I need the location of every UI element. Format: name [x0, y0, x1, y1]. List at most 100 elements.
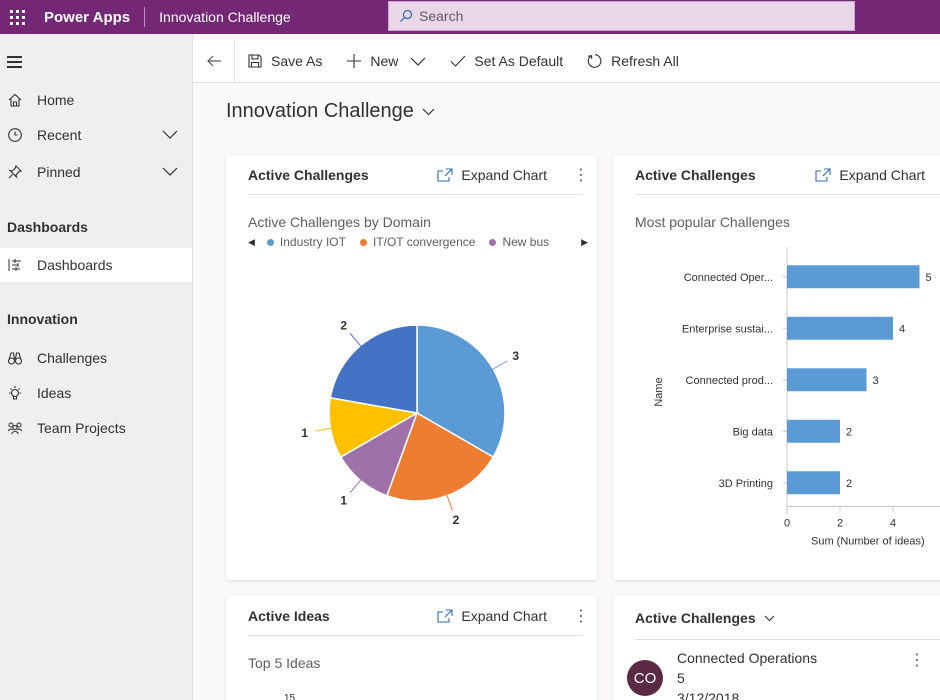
pie-data-label: 1 — [301, 426, 308, 440]
set-as-default-button[interactable]: Set As Default — [450, 53, 563, 69]
pie-slice — [329, 324, 418, 414]
save-icon — [248, 54, 262, 68]
sidebar-item-label: Dashboards — [37, 257, 113, 273]
new-button[interactable]: New — [346, 53, 426, 69]
expand-label: Expand Chart — [461, 607, 547, 624]
legend-item: IT/OT convergence — [359, 235, 475, 249]
card-header: Active Challenges Expand Chart ⋮ — [248, 155, 589, 195]
bar-data-label: 5 — [926, 272, 932, 284]
expand-chart-button[interactable]: Expand Chart — [437, 608, 547, 624]
pie-data-label: 3 — [512, 349, 519, 363]
pie-leader-line — [445, 491, 454, 511]
sidebar-item-team-projects[interactable]: Team Projects — [0, 411, 192, 445]
record-value: 5 — [677, 670, 685, 686]
avatar: CO — [627, 660, 663, 696]
pie-data-label: 1 — [340, 493, 347, 507]
save-as-label: Save As — [271, 53, 323, 69]
page-name[interactable]: Innovation Challenge — [159, 9, 291, 25]
x-tick-label: 4 — [890, 518, 896, 530]
sidebar-item-challenges[interactable]: Challenges — [0, 341, 192, 375]
checkmark-icon — [451, 55, 466, 67]
expand-chart-button[interactable]: Expand Chart — [437, 167, 547, 183]
sidebar-item-label: Ideas — [37, 385, 72, 401]
y-tick-label: Big data — [733, 426, 774, 438]
list-card-challenges: Active Challenges CO Connected Operation… — [613, 596, 940, 700]
sidebar-item-recent[interactable]: Recent — [0, 118, 192, 152]
pie-leader-line — [349, 477, 364, 493]
legend-next-icon[interactable]: ▶ — [581, 237, 588, 248]
binoculars-icon — [7, 350, 23, 366]
card-title: Active Challenges — [248, 166, 369, 183]
y-tick-label: Enterprise sustai... — [682, 323, 773, 335]
app-launcher-button[interactable] — [0, 0, 34, 34]
list-item[interactable]: CO Connected Operations 5 3/12/2018 ⋮ — [627, 648, 939, 700]
sidebar-item-dashboards[interactable]: Dashboards — [0, 248, 192, 282]
sidebar-item-label: Challenges — [37, 350, 108, 366]
refresh-icon — [587, 54, 602, 68]
pie-leader-line — [489, 360, 508, 372]
chart-title: Active Challenges by Domain — [248, 214, 431, 230]
back-arrow-icon — [206, 55, 221, 67]
pie-slice — [385, 411, 495, 502]
more-options-icon[interactable]: ⋮ — [573, 606, 589, 626]
hamburger-icon[interactable] — [7, 56, 22, 71]
sidebar-item-label: Pinned — [37, 164, 81, 180]
chart-title: Top 5 Ideas — [248, 655, 321, 671]
card-title: Active Ideas — [248, 607, 330, 624]
sidebar-item-ideas[interactable]: Ideas — [0, 376, 192, 410]
bar — [787, 419, 840, 443]
chevron-down-icon[interactable] — [162, 165, 178, 177]
y-tick-label: Connected Oper... — [684, 272, 773, 284]
y-axis-label: Name — [653, 377, 665, 406]
record-name[interactable]: Connected Operations — [677, 648, 817, 668]
team-icon — [7, 420, 23, 436]
x-axis-label: Sum (Number of ideas) — [811, 536, 925, 548]
legend-prev-icon[interactable]: ◀ — [248, 237, 255, 248]
waffle-icon — [9, 9, 25, 25]
bar — [787, 471, 840, 495]
chart-legend: ◀ Industry IOT IT/OT convergence New bus… — [248, 235, 588, 249]
chevron-down-icon — [422, 108, 435, 116]
bar-data-label: 2 — [846, 426, 852, 438]
sidebar-item-home[interactable]: Home — [0, 83, 192, 117]
back-button[interactable] — [193, 39, 235, 83]
bar — [787, 316, 893, 340]
dashboard-title: Innovation Challenge — [226, 100, 414, 122]
y-tick-label: Connected prod... — [686, 375, 773, 387]
more-options-icon[interactable]: ⋮ — [573, 165, 589, 185]
bar-data-label: 4 — [899, 323, 905, 335]
expand-icon — [437, 608, 453, 623]
x-tick-label: 2 — [837, 518, 843, 530]
sidebar-item-label: Team Projects — [37, 420, 126, 436]
section-title-innovation: Innovation — [7, 311, 78, 327]
pin-icon — [7, 164, 23, 180]
command-bar: Save As New Set As Default Refresh All — [193, 39, 940, 83]
y-tick-label: 3D Printing — [719, 478, 773, 490]
chevron-down-icon[interactable] — [162, 128, 178, 140]
bar-data-label: 2 — [846, 478, 852, 490]
chevron-down-icon[interactable] — [764, 614, 775, 622]
plus-icon — [347, 54, 362, 68]
clock-icon — [7, 127, 23, 143]
divider — [144, 7, 146, 27]
refresh-all-label: Refresh All — [611, 53, 679, 69]
chart-card-domain: Active Challenges Expand Chart ⋮ Active … — [226, 155, 597, 580]
search-input[interactable]: Search — [388, 1, 855, 31]
search-icon — [400, 9, 413, 22]
pie-slice — [339, 411, 419, 497]
dashboard-selector[interactable]: Innovation Challenge — [226, 100, 435, 123]
sidebar-item-label: Home — [37, 92, 75, 108]
bar-chart: Connected Oper... 5 Enterprise sustai... 4 C… — [653, 247, 940, 548]
card-title[interactable]: Active Challenges — [635, 610, 756, 626]
sidebar: Home Recent Pinned Dashboards Dashboards… — [0, 34, 193, 700]
card-header: Active Challenges — [635, 596, 940, 640]
chevron-down-icon[interactable] — [410, 55, 426, 67]
section-title-dashboards: Dashboards — [7, 219, 88, 235]
chart-card-ideas: Active Ideas Expand Chart ⋮ Top 5 Ideas … — [226, 596, 597, 700]
sidebar-item-pinned[interactable]: Pinned — [0, 155, 192, 189]
refresh-all-button[interactable]: Refresh All — [587, 53, 679, 69]
more-options-icon[interactable]: ⋮ — [909, 650, 925, 670]
bar — [787, 265, 920, 289]
app-name[interactable]: Power Apps — [44, 9, 130, 26]
save-as-button[interactable]: Save As — [247, 53, 322, 69]
